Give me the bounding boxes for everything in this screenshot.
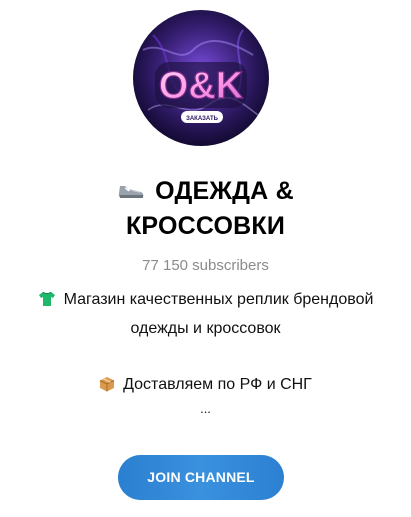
sneaker-icon: [117, 178, 145, 210]
channel-preview-page: O&K ЗАКАЗАТЬ ОДЕЖДА & КРОССОВКИ 77 150 s…: [0, 0, 411, 517]
channel-avatar: O&K ЗАКАЗАТЬ: [133, 10, 269, 146]
join-channel-button[interactable]: JOIN CHANNEL: [118, 455, 284, 500]
svg-text:ЗАКАЗАТЬ: ЗАКАЗАТЬ: [186, 116, 219, 122]
delivery-info: Доставляем по РФ и СНГ: [0, 372, 411, 401]
channel-title: ОДЕЖДА & КРОССОВКИ: [40, 175, 371, 242]
description-line1: Магазин качественных реплик брендовой: [63, 291, 374, 308]
subscriber-count: 77 150 subscribers: [142, 257, 269, 274]
avatar-logo-image: O&K ЗАКАЗАТЬ: [133, 10, 269, 146]
description-line2: одежды и кроссовок: [130, 320, 281, 337]
svg-text:O&K: O&K: [159, 65, 244, 107]
description-ellipsis: ...: [200, 401, 211, 416]
delivery-text: Доставляем по РФ и СНГ: [123, 376, 312, 393]
channel-description: Магазин качественных реплик брендовой од…: [0, 287, 411, 342]
channel-title-line1: ОДЕЖДА &: [155, 177, 294, 205]
package-icon: [99, 375, 115, 401]
channel-title-line2: КРОССОВКИ: [125, 212, 286, 240]
tshirt-icon: [38, 290, 56, 316]
